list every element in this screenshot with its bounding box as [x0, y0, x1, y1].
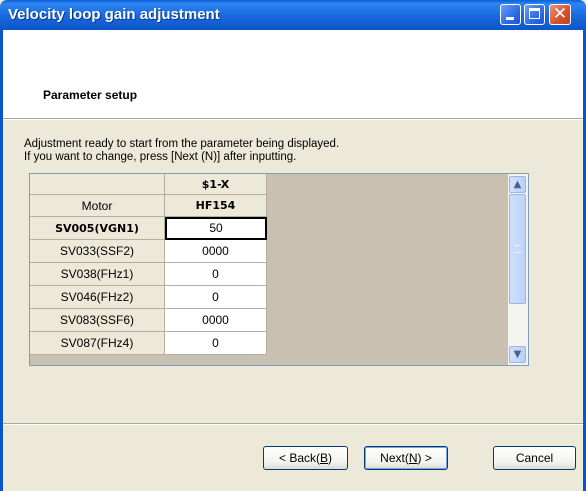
cell-sv038-value[interactable]: 0	[165, 263, 267, 286]
page-title: Parameter setup	[43, 88, 138, 102]
row-label-sv046: SV046(FHz2)	[30, 286, 165, 309]
header-divider	[3, 119, 583, 120]
back-label-pre: < Back(	[278, 451, 320, 465]
row-label-sv033: SV033(SSF2)	[30, 240, 165, 263]
cell-sv083-value[interactable]: 0000	[165, 309, 267, 332]
cancel-button[interactable]: Cancel	[493, 446, 576, 470]
grip-icon	[514, 245, 521, 253]
cell-sv087-value[interactable]: 0	[165, 332, 267, 355]
parameter-grid: $1-X Motor HF154 SV005(VGN1) 50 SV033(SS…	[29, 173, 529, 366]
chevron-down-icon: ▼	[513, 349, 522, 360]
header-panel: Parameter setup	[3, 30, 583, 119]
close-icon: ✕	[552, 4, 568, 24]
maximize-icon	[529, 8, 540, 19]
back-label-post: )	[328, 451, 333, 465]
next-mnemonic: N	[408, 451, 418, 465]
row-label-sv005: SV005(VGN1)	[30, 217, 165, 240]
minimize-button[interactable]	[500, 4, 521, 25]
cell-sv005-value[interactable]: 50	[165, 217, 267, 240]
next-label-pre: Next(	[380, 451, 409, 465]
scroll-thumb[interactable]	[509, 194, 526, 304]
next-button[interactable]: Next(N) >	[364, 446, 448, 470]
close-button[interactable]: ✕	[549, 4, 571, 25]
instruction-line-2: If you want to change, press [Next (N)] …	[24, 151, 297, 163]
row-label-sv087: SV087(FHz4)	[30, 332, 165, 355]
footer-divider-highlight	[3, 424, 583, 425]
scroll-down-button[interactable]: ▼	[509, 346, 526, 363]
chevron-up-icon: ▲	[513, 179, 522, 190]
cell-sv033-value[interactable]: 0000	[165, 240, 267, 263]
row-label-sv038: SV038(FHz1)	[30, 263, 165, 286]
window-title: Velocity loop gain adjustment	[8, 6, 220, 23]
row-label-sv083: SV083(SSF6)	[30, 309, 165, 332]
cell-sv046-value[interactable]: 0	[165, 286, 267, 309]
back-mnemonic: B	[320, 451, 329, 465]
vertical-scrollbar[interactable]: ▲ ▼	[508, 174, 528, 365]
title-bar: Velocity loop gain adjustment ✕	[0, 0, 586, 30]
back-button[interactable]: < Back(B)	[263, 446, 348, 470]
instruction-line-1: Adjustment ready to start from the param…	[24, 138, 340, 150]
instructions: Adjustment ready to start from the param…	[24, 138, 339, 164]
row-label-motor: Motor	[30, 195, 165, 217]
grid-corner-cell	[30, 174, 165, 195]
cell-motor-value: HF154	[165, 195, 267, 217]
next-label-post: ) >	[417, 451, 432, 465]
column-header-axis: $1-X	[165, 174, 267, 195]
minimize-icon	[506, 17, 514, 20]
maximize-button[interactable]	[524, 4, 545, 25]
scroll-up-button[interactable]: ▲	[509, 176, 526, 193]
